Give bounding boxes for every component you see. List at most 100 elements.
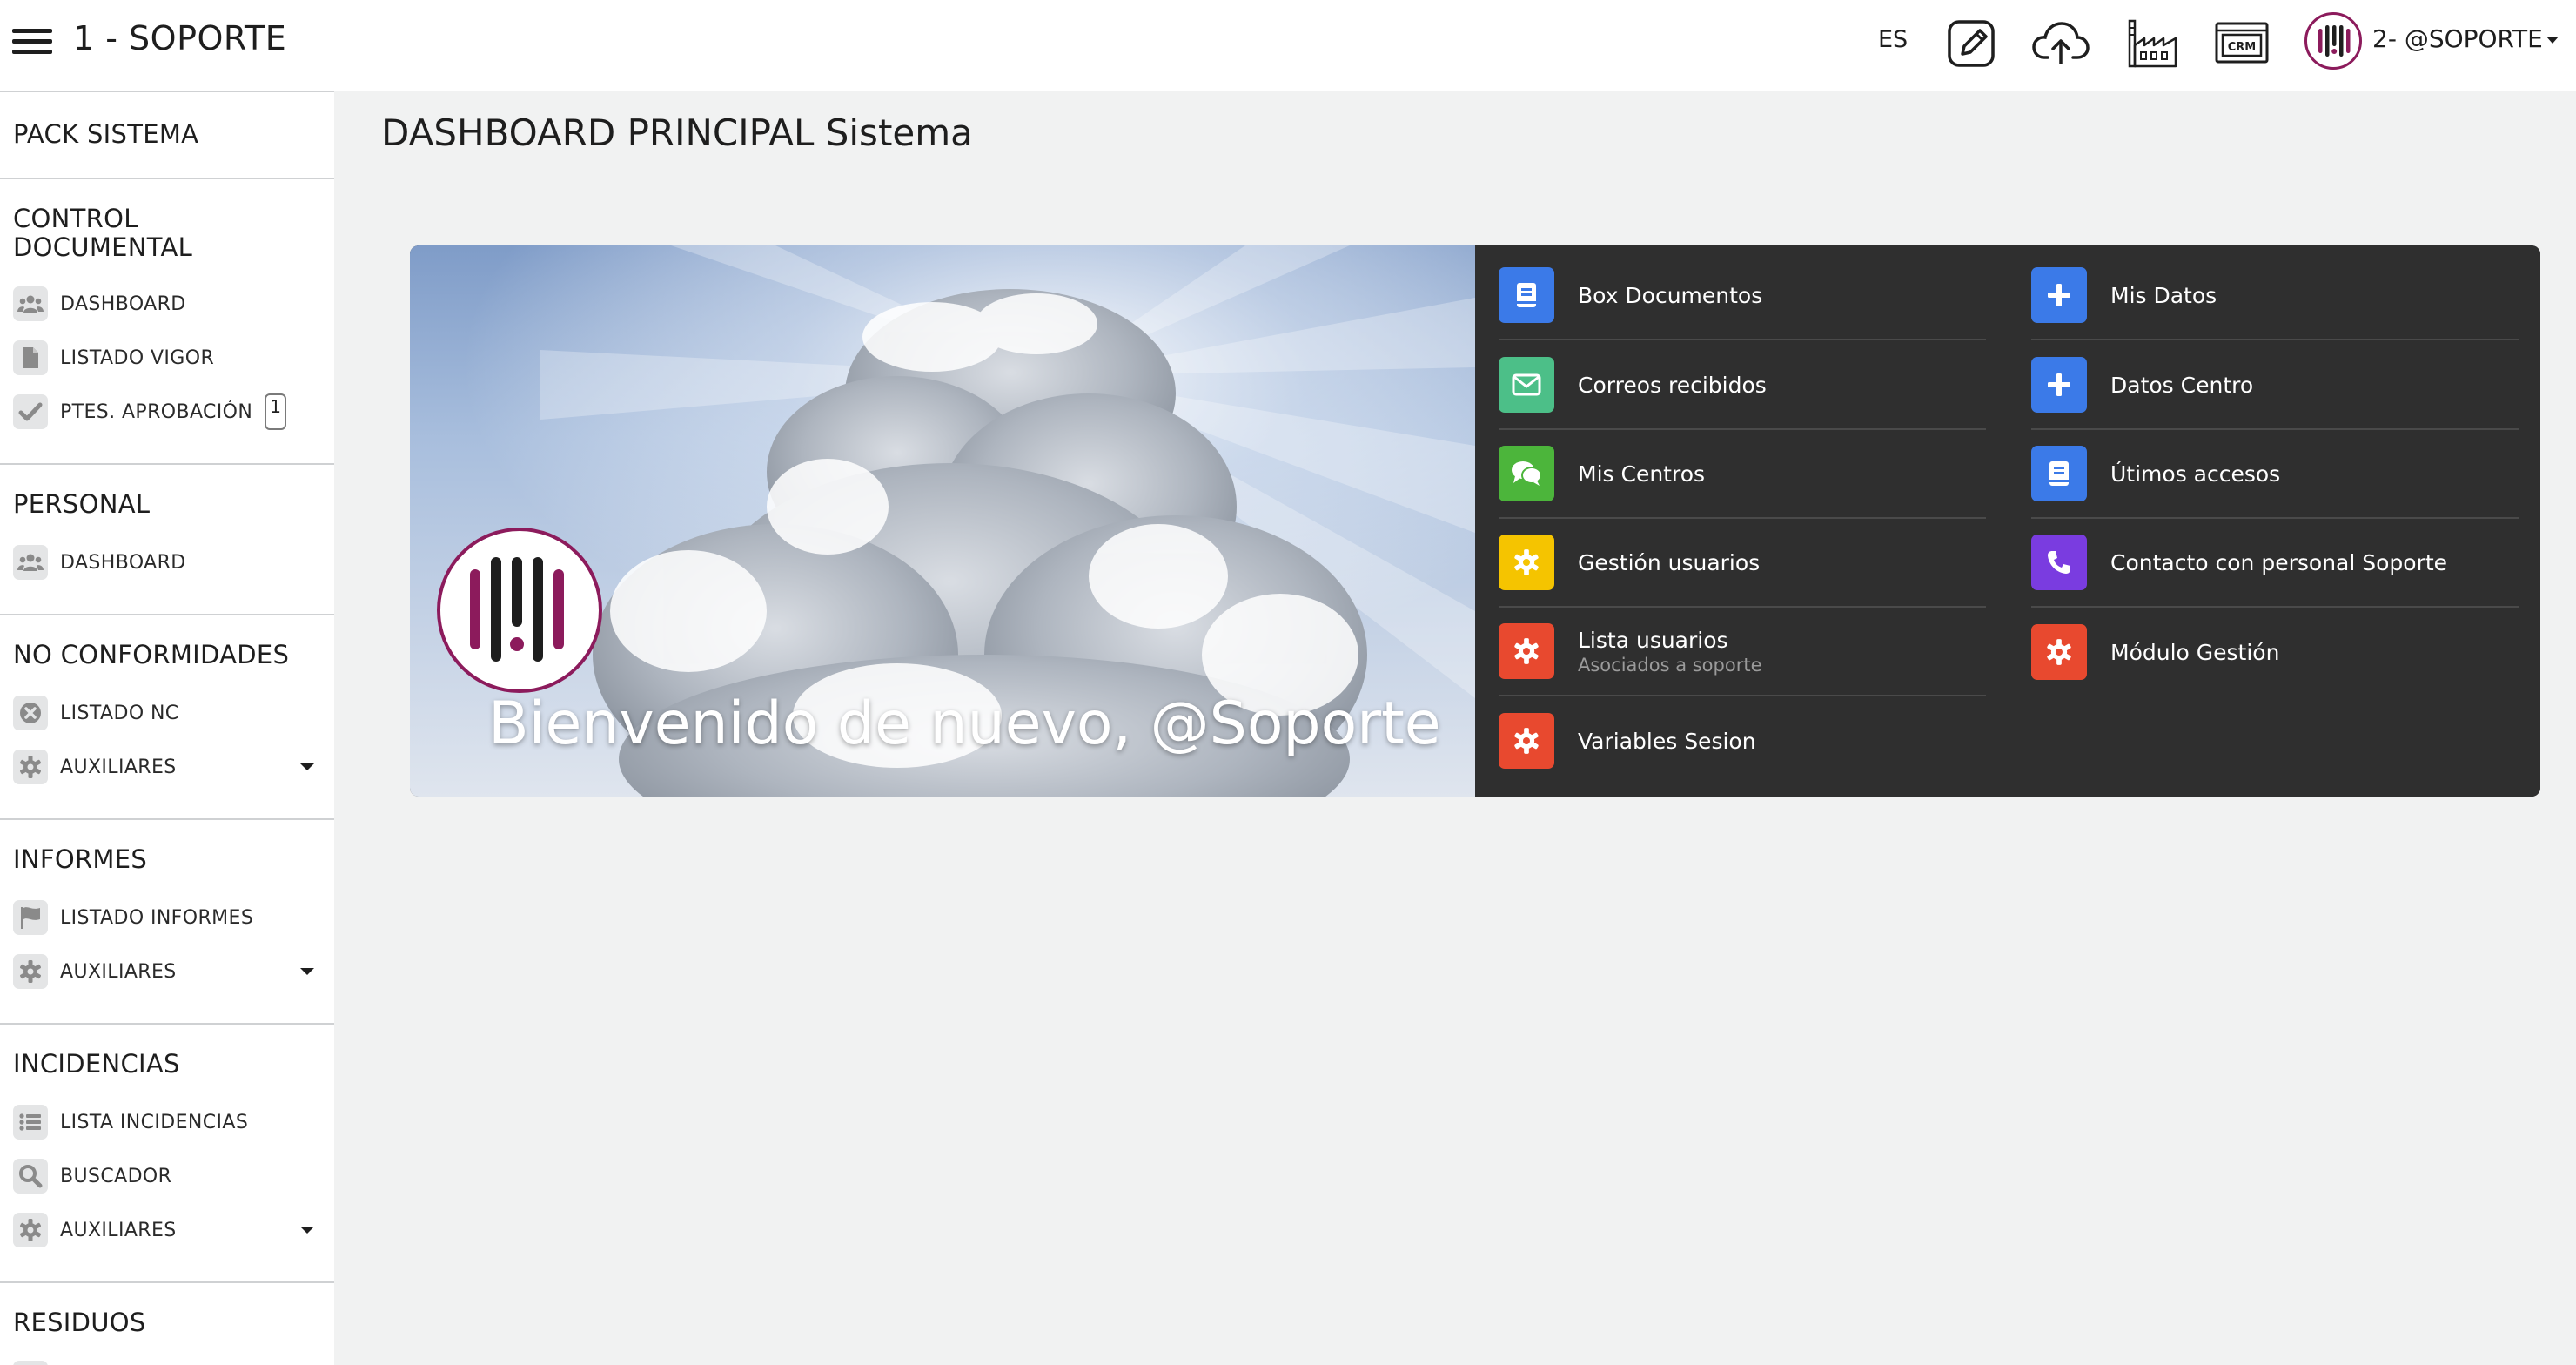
sidebar-item-label: LISTADO VIGOR: [60, 346, 215, 369]
sidebar-item-listado-nc[interactable]: LISTADO NC: [13, 693, 318, 733]
section-title-control-documental: CONTROL DOCUMENTAL: [13, 204, 193, 262]
sidebar-item-label: DASHBOARD: [60, 551, 186, 574]
link-sublabel: Asociados a soporte: [1578, 654, 1762, 676]
sidebar-item-auxiliares-incidencias[interactable]: AUXILIARES: [13, 1210, 318, 1250]
plus-icon: [2031, 357, 2087, 413]
chevron-down-icon: [2546, 37, 2559, 44]
page-title: DASHBOARD PRINCIPAL Sistema: [381, 111, 973, 154]
list-icon: [13, 1361, 48, 1365]
link-label: Módulo Gestión: [2110, 639, 2280, 665]
search-icon: [13, 1159, 48, 1194]
link-label: Útimos accesos: [2110, 461, 2281, 487]
sidebar-item-lista-incidencias[interactable]: LISTA INCIDENCIAS: [13, 1102, 318, 1142]
sidebar-item-label: DASHBOARD: [60, 292, 186, 315]
chat-icon: [1499, 446, 1554, 501]
link-label: Contacto con personal Soporte: [2110, 549, 2448, 575]
link-label: Lista usuarios: [1578, 627, 1728, 653]
welcome-card: Bienvenido de nuevo, @Soporte Box Docume…: [410, 245, 2540, 797]
sidebar-item-label: LISTADO INFORMES: [60, 906, 254, 929]
sidebar-item-auxiliares-informes[interactable]: AUXILIARES: [13, 951, 318, 992]
link-label: Mis Centros: [1578, 461, 1706, 487]
divider: [0, 1281, 334, 1283]
gear-icon: [1499, 535, 1554, 590]
sidebar-item-label: LISTADO NC: [60, 702, 179, 724]
section-title-informes: INFORMES: [13, 844, 148, 874]
menu-icon[interactable]: [12, 26, 52, 56]
welcome-text: Bienvenido de nuevo, @Soporte: [488, 689, 1441, 758]
divider: [0, 1023, 334, 1025]
divider: [0, 463, 334, 465]
quick-links: Box Documentos Correos recibidos Mis Cen…: [1475, 245, 2540, 797]
link-mis-centros[interactable]: Mis Centros: [1499, 430, 1986, 519]
flag-icon: [13, 900, 48, 935]
link-label: Mis Datos: [2110, 282, 2217, 308]
avatar[interactable]: [2304, 12, 2362, 70]
sidebar-item-dashboard[interactable]: DASHBOARD: [13, 284, 318, 324]
chevron-down-icon: [300, 968, 314, 975]
users-icon: [13, 545, 48, 580]
hero-image: Bienvenido de nuevo, @Soporte: [410, 245, 1475, 797]
cloud-upload-icon[interactable]: [2030, 12, 2091, 73]
sidebar-item-dashboard-personal[interactable]: DASHBOARD: [13, 542, 318, 582]
app-title: 1 - SOPORTE: [73, 19, 287, 57]
sidebar-item-label: PTES. APROBACIÓN: [60, 400, 253, 423]
user-name: 2- @SOPORTE: [2372, 24, 2543, 53]
section-title-no-conformidades: NO CONFORMIDADES: [13, 640, 290, 669]
language-selector[interactable]: ES: [1878, 26, 1908, 53]
count-badge: 1: [265, 393, 286, 430]
sidebar-item-label: BUSCADOR: [60, 1165, 172, 1187]
document-icon: [13, 340, 48, 375]
divider: [0, 614, 334, 615]
plus-icon: [2031, 267, 2087, 323]
gear-icon: [1499, 713, 1554, 769]
gear-icon: [13, 1213, 48, 1247]
chevron-down-icon: [300, 1227, 314, 1234]
users-icon: [13, 286, 48, 321]
times-circle-icon: [13, 696, 48, 730]
list-icon: [13, 1105, 48, 1140]
link-datos-centro[interactable]: Datos Centro: [2031, 341, 2519, 430]
gear-icon: [13, 954, 48, 989]
company-logo: [437, 528, 602, 693]
sidebar-item-listado-informes[interactable]: LISTADO INFORMES: [13, 898, 318, 938]
link-lista-usuarios[interactable]: Lista usuarios Asociados a soporte: [1499, 608, 1986, 696]
link-variables-sesion[interactable]: Variables Sesion: [1499, 696, 1986, 785]
book-icon: [1499, 267, 1554, 323]
pack-title: PACK SISTEMA: [13, 119, 199, 149]
section-title-residuos: RESIDUOS: [13, 1308, 146, 1337]
link-correos-recibidos[interactable]: Correos recibidos: [1499, 341, 1986, 430]
chevron-down-icon: [300, 763, 314, 770]
link-label: Variables Sesion: [1578, 728, 1756, 754]
sidebar-item-listado-vigor[interactable]: LISTADO VIGOR: [13, 338, 318, 378]
phone-icon: [2031, 535, 2087, 590]
link-mis-datos[interactable]: Mis Datos: [2031, 252, 2519, 340]
link-label: Gestión usuarios: [1578, 549, 1761, 575]
sidebar: PACK SISTEMA CONTROL DOCUMENTAL DASHBOAR…: [0, 91, 334, 1365]
check-icon: [13, 394, 48, 429]
crm-icon-text: CRM: [2228, 41, 2257, 54]
gear-icon: [1499, 623, 1554, 679]
link-gestion-usuarios[interactable]: Gestión usuarios: [1499, 519, 1986, 608]
sidebar-item-ptes-aprobacion[interactable]: PTES. APROBACIÓN 1: [13, 392, 318, 432]
divider: [0, 91, 334, 92]
crm-icon[interactable]: CRM: [2211, 12, 2272, 73]
sidebar-item-buscador[interactable]: BUSCADOR: [13, 1156, 318, 1196]
section-title-personal: PERSONAL: [13, 489, 151, 519]
link-label: Box Documentos: [1578, 282, 1763, 308]
top-bar: 1 - SOPORTE ES CRM 2- @SOPORTE: [0, 0, 2576, 91]
sidebar-item-label: AUXILIARES: [60, 1219, 177, 1241]
sidebar-item-auxiliares-nc[interactable]: AUXILIARES: [13, 747, 318, 787]
link-contacto-soporte[interactable]: Contacto con personal Soporte: [2031, 519, 2519, 608]
link-label: Correos recibidos: [1578, 372, 1767, 398]
factory-icon[interactable]: [2122, 12, 2183, 73]
sidebar-item-residuos-partial[interactable]: [13, 1358, 318, 1365]
sidebar-item-label: AUXILIARES: [60, 756, 177, 778]
link-box-documentos[interactable]: Box Documentos: [1499, 252, 1986, 340]
link-modulo-gestion[interactable]: Módulo Gestión: [2031, 608, 2519, 696]
link-ultimos-accesos[interactable]: Útimos accesos: [2031, 430, 2519, 519]
divider: [0, 178, 334, 179]
edit-icon[interactable]: [1942, 12, 2002, 73]
user-menu[interactable]: 2- @SOPORTE: [2372, 24, 2559, 53]
link-label: Datos Centro: [2110, 372, 2254, 398]
divider: [0, 818, 334, 820]
